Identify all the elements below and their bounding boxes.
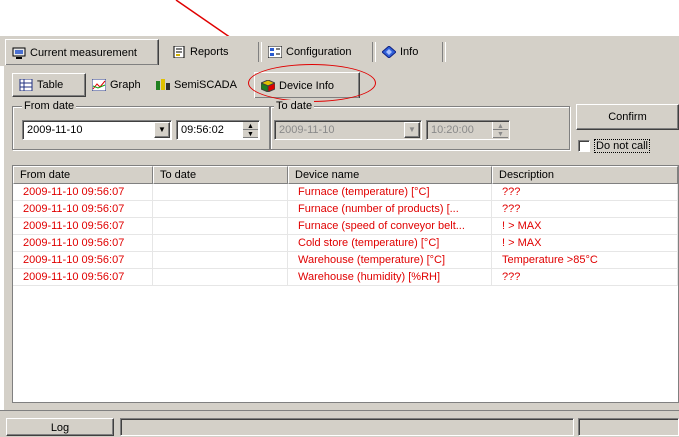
graph-icon: [91, 78, 107, 92]
column-header-from-date[interactable]: From date: [13, 166, 153, 184]
tab-info[interactable]: Info: [376, 41, 425, 63]
info-diamond-icon: [381, 45, 397, 59]
table-row[interactable]: 2009-11-10 09:56:07 Furnace (number of p…: [13, 201, 678, 218]
device-info-table: From date To date Device name Descriptio…: [12, 165, 679, 403]
log-label: Log: [50, 422, 70, 434]
status-panel-main: [120, 418, 574, 436]
cell-to-date: [153, 201, 288, 218]
tab-label: Configuration: [286, 46, 352, 58]
cell-from-date: 2009-11-10 09:56:07: [13, 184, 153, 201]
tab-label: Graph: [110, 79, 141, 91]
to-date-label: To date: [274, 100, 315, 112]
subtab-semiscada[interactable]: SemiSCADA: [150, 75, 243, 95]
checkbox-box[interactable]: [578, 140, 590, 152]
to-time-value: 10:20:00: [431, 124, 474, 136]
cell-to-date: [153, 235, 288, 252]
tab-label: Info: [400, 46, 419, 58]
to-time-spinner: ▲ ▼: [492, 122, 508, 138]
from-date-value: 2009-11-10: [27, 124, 83, 136]
cell-to-date: [153, 252, 288, 269]
cell-from-date: 2009-11-10 09:56:07: [13, 201, 153, 218]
log-tab[interactable]: Log: [6, 418, 114, 436]
chevron-down-icon: ▼: [408, 125, 416, 134]
cell-from-date: 2009-11-10 09:56:07: [13, 252, 153, 269]
tab-reports[interactable]: Reports: [166, 41, 235, 63]
cell-description: ???: [492, 201, 678, 218]
subtab-graph[interactable]: Graph: [86, 75, 147, 95]
from-date-field[interactable]: 2009-11-10 ▼: [22, 120, 172, 140]
spin-down-icon: ▼: [493, 130, 508, 138]
table-row[interactable]: 2009-11-10 09:56:07 Warehouse (humidity)…: [13, 269, 678, 286]
table-icon: [19, 78, 33, 92]
column-header-to-date[interactable]: To date: [153, 166, 288, 184]
spin-up-icon[interactable]: ▲: [243, 122, 258, 130]
tab-label: Table: [37, 79, 64, 91]
spin-down-icon[interactable]: ▼: [243, 130, 258, 138]
to-date-field: 2009-11-10 ▼: [274, 120, 422, 140]
tab-configuration[interactable]: Configuration: [262, 41, 358, 63]
cell-device-name: Furnace (temperature) [°C]: [288, 184, 492, 201]
table-row[interactable]: 2009-11-10 09:56:07 Furnace (temperature…: [13, 184, 678, 201]
cell-device-name: Warehouse (temperature) [°C]: [288, 252, 492, 269]
column-header-description[interactable]: Description: [492, 166, 678, 184]
cell-device-name: Furnace (number of products) [...: [288, 201, 492, 218]
do-not-call-checkbox[interactable]: Do not call: [578, 139, 650, 153]
from-date-dropdown-button[interactable]: ▼: [154, 122, 170, 138]
table-row[interactable]: 2009-11-10 09:56:07 Warehouse (temperatu…: [13, 252, 678, 269]
tab-separator: [442, 42, 446, 62]
report-icon: [172, 45, 186, 59]
tab-label: Current measurement: [30, 46, 137, 59]
configuration-icon: [267, 45, 283, 59]
spin-up-icon: ▲: [493, 122, 508, 130]
cell-to-date: [153, 269, 288, 286]
cell-to-date: [153, 184, 288, 201]
cell-description: ???: [492, 269, 678, 286]
table-row[interactable]: 2009-11-10 09:56:07 Cold store (temperat…: [13, 235, 678, 252]
from-date-label: From date: [22, 100, 77, 112]
subtab-table[interactable]: Table: [12, 73, 86, 97]
cell-description: ???: [492, 184, 678, 201]
confirm-label: Confirm: [608, 111, 647, 123]
tab-current-measurement[interactable]: Current measurement: [5, 39, 159, 65]
monitor-icon: [12, 47, 26, 59]
to-date-dropdown-button: ▼: [404, 122, 420, 138]
from-time-spinner[interactable]: ▲ ▼: [242, 122, 258, 138]
cell-device-name: Warehouse (humidity) [%RH]: [288, 269, 492, 286]
cell-device-name: Furnace (speed of conveyor belt...: [288, 218, 492, 235]
from-time-field[interactable]: 09:56:02 ▲ ▼: [176, 120, 260, 140]
cell-description: Temperature >85°C: [492, 252, 678, 269]
cell-from-date: 2009-11-10 09:56:07: [13, 235, 153, 252]
do-not-call-label: Do not call: [594, 139, 650, 153]
to-time-field: 10:20:00 ▲ ▼: [426, 120, 510, 140]
tab-label: SemiSCADA: [174, 79, 237, 91]
to-date-value: 2009-11-10: [279, 124, 335, 136]
cell-description: ! > MAX: [492, 235, 678, 252]
table-header: From date To date Device name Descriptio…: [13, 166, 678, 184]
chevron-down-icon: ▼: [158, 125, 166, 134]
table-row[interactable]: 2009-11-10 09:56:07 Furnace (speed of co…: [13, 218, 678, 235]
status-panel-right: [578, 418, 679, 436]
cell-to-date: [153, 218, 288, 235]
scada-icon: [156, 79, 170, 91]
confirm-button[interactable]: Confirm: [576, 104, 679, 130]
annotation-ellipse: [248, 64, 376, 102]
cell-from-date: 2009-11-10 09:56:07: [13, 269, 153, 286]
column-header-device-name[interactable]: Device name: [288, 166, 492, 184]
cell-from-date: 2009-11-10 09:56:07: [13, 218, 153, 235]
cell-device-name: Cold store (temperature) [°C]: [288, 235, 492, 252]
from-time-value: 09:56:02: [181, 124, 224, 136]
cell-description: ! > MAX: [492, 218, 678, 235]
tab-label: Reports: [190, 46, 229, 58]
